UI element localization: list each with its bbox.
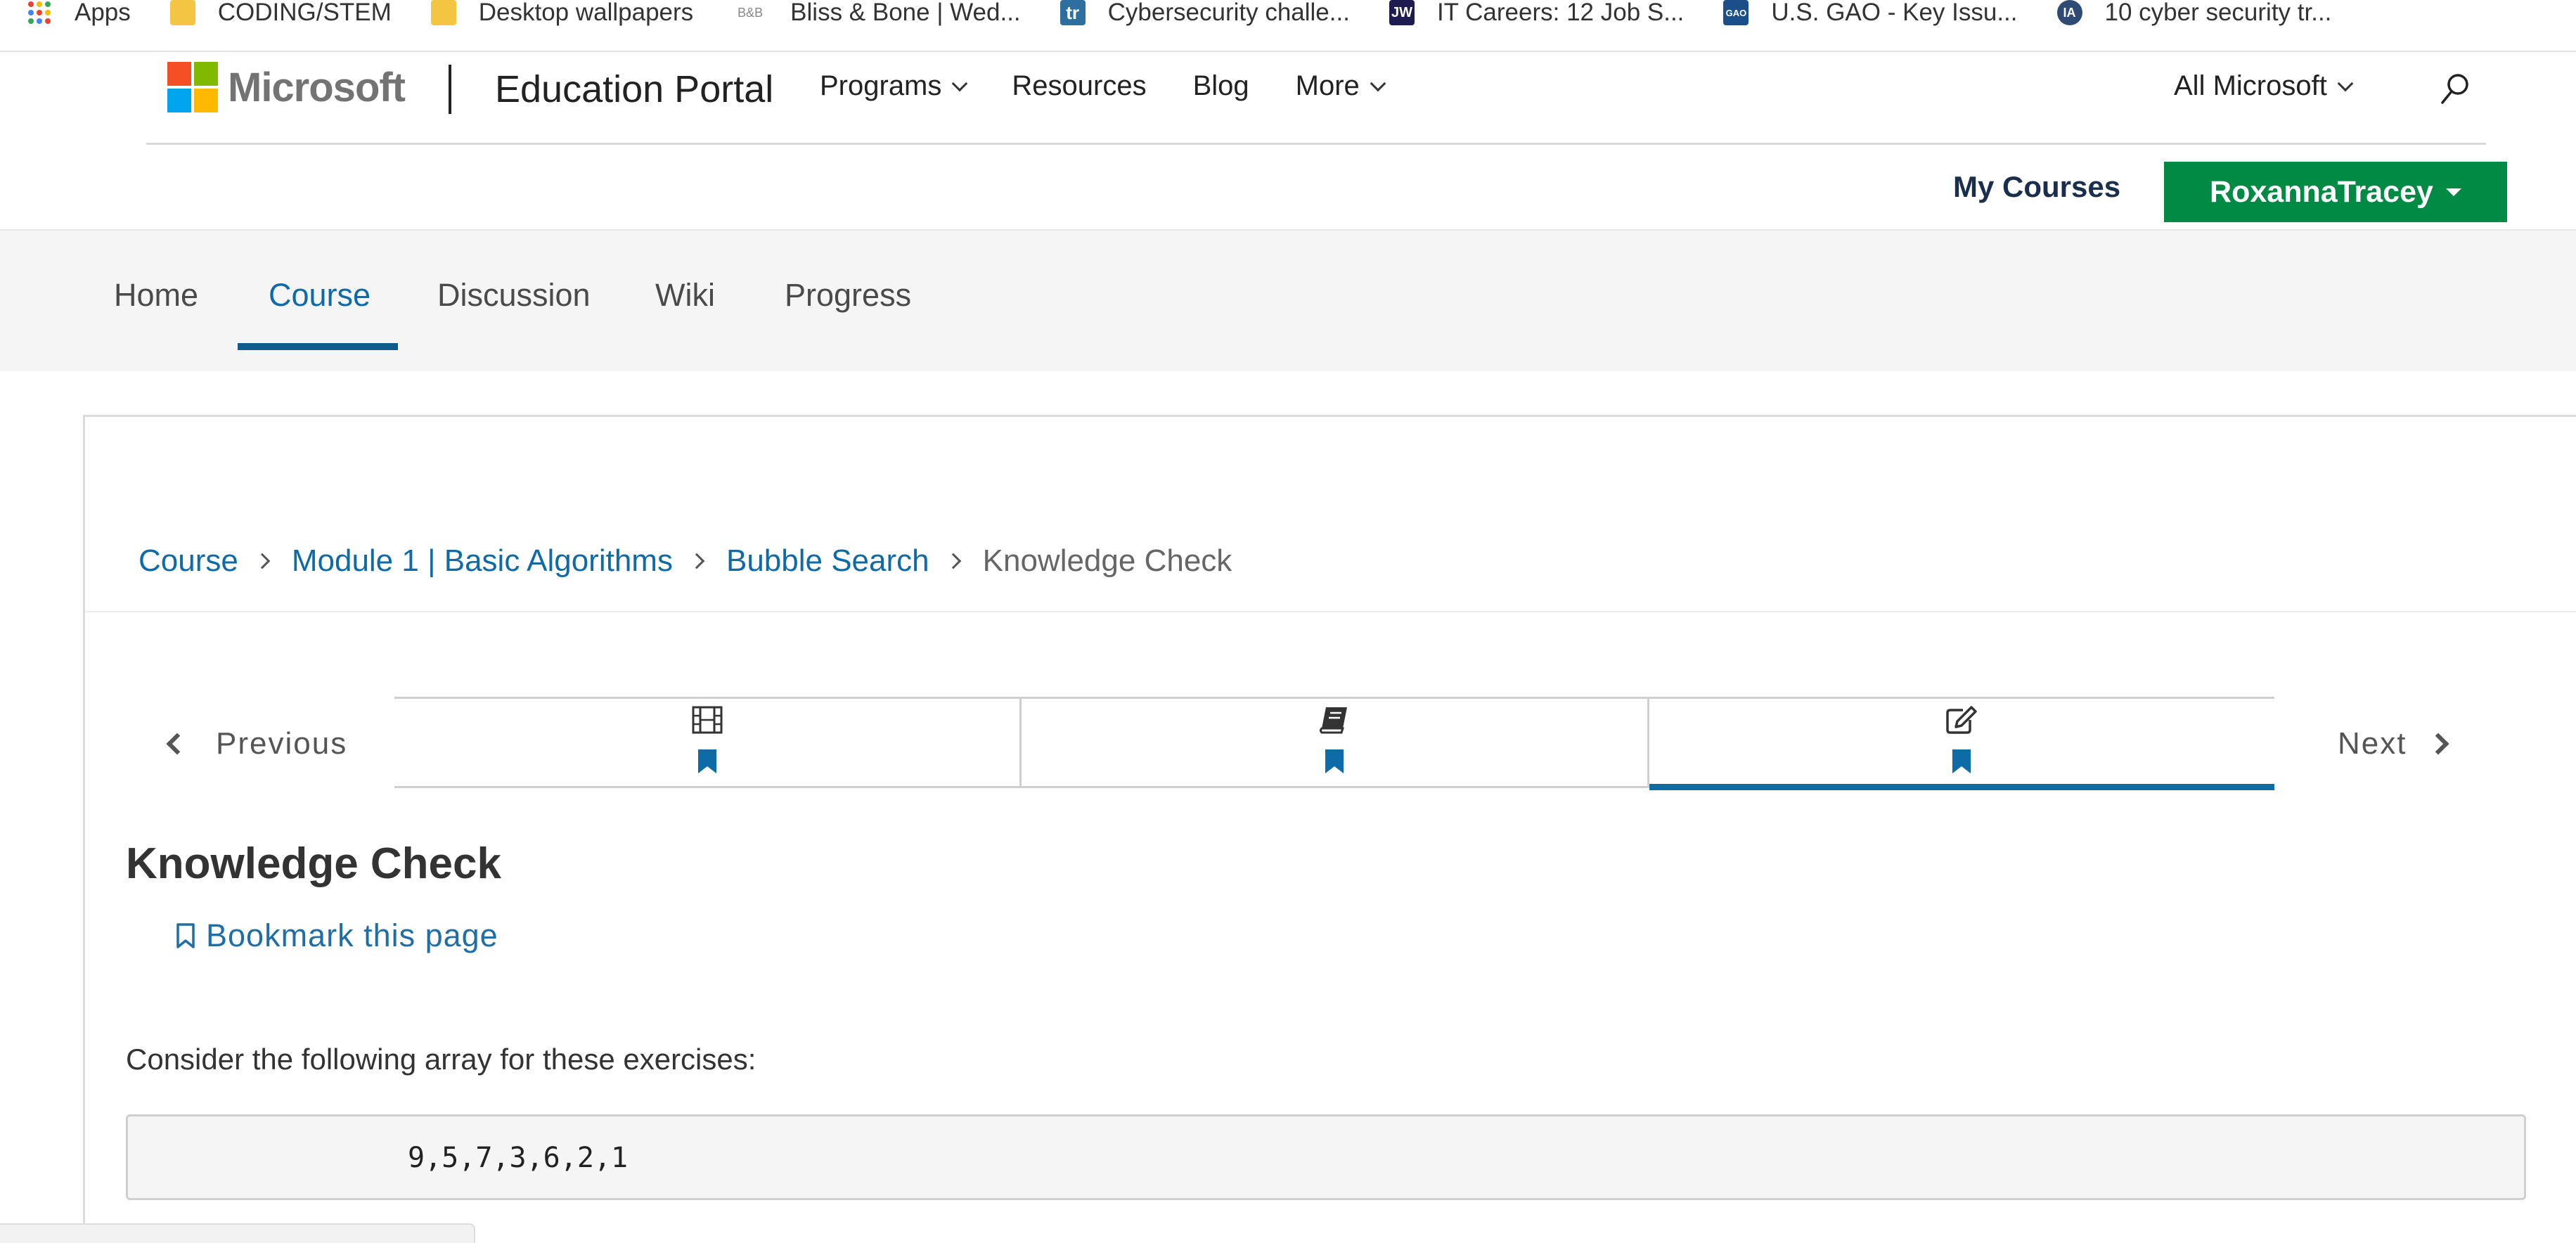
breadcrumb-divider: [85, 611, 2576, 612]
breadcrumb-section[interactable]: Bubble Search: [726, 543, 929, 579]
previous-label: Previous: [216, 726, 348, 761]
unit-sequence: [394, 697, 2275, 790]
tab-home[interactable]: Home: [114, 277, 198, 314]
bookmarks-bar: Apps CODING/STEM Desktop wallpapers B&B …: [0, 0, 2576, 52]
previous-button[interactable]: Previous: [166, 726, 348, 761]
bookmark-it-careers[interactable]: JW IT Careers: 12 Job S...: [1389, 0, 1684, 39]
exercise-intro: Consider the following array for these e…: [126, 1043, 756, 1076]
nav-programs-label: Programs: [820, 70, 942, 101]
bookmark-desktop-wallpapers[interactable]: Desktop wallpapers: [430, 0, 694, 39]
bookmark-bliss-bone[interactable]: B&B Bliss & Bone | Wed...: [733, 0, 1021, 39]
search-icon[interactable]: [2440, 72, 2471, 107]
site-header: Microsoft Education Portal Programs Reso…: [146, 52, 2486, 145]
bookmark-label: 10 cyber security tr...: [2104, 0, 2332, 26]
tab-discussion[interactable]: Discussion: [437, 277, 591, 314]
nav-resources-label: Resources: [1012, 70, 1147, 101]
bookmark-apps[interactable]: Apps: [27, 0, 131, 39]
next-button[interactable]: Next: [2338, 726, 2450, 761]
folder-icon: [430, 0, 456, 25]
user-menu-button[interactable]: RoxannaTracey: [2164, 162, 2507, 222]
header-nav: Programs Resources Blog More: [820, 70, 1430, 102]
breadcrumb: Course Module 1 | Basic Algorithms Bubbl…: [139, 543, 1232, 579]
bookmark-cyber-trends[interactable]: IA 10 cyber security tr...: [2056, 0, 2332, 39]
apps-grid-icon: [27, 0, 52, 25]
sequence-unit-problem[interactable]: [1649, 699, 2275, 790]
bookmark-label: Desktop wallpapers: [478, 0, 694, 26]
bookmark-label: Bliss & Bone | Wed...: [790, 0, 1021, 26]
nav-blog[interactable]: Blog: [1193, 70, 1249, 102]
bookmark-filled-icon: [1952, 749, 1971, 773]
microsoft-logo[interactable]: Microsoft: [167, 62, 406, 112]
portal-title[interactable]: Education Portal: [495, 67, 773, 111]
sequence-unit-video[interactable]: [394, 699, 1022, 786]
course-tabs: Home Course Discussion Wiki Progress: [0, 229, 2576, 371]
microsoft-wordmark: Microsoft: [228, 64, 406, 110]
folder-icon: [169, 0, 195, 25]
bookmark-gao[interactable]: GAO U.S. GAO - Key Issu...: [1723, 0, 2018, 39]
bookmark-label: Apps: [75, 0, 131, 26]
breadcrumb-module[interactable]: Module 1 | Basic Algorithms: [292, 543, 673, 579]
tab-progress[interactable]: Progress: [785, 277, 911, 314]
all-microsoft-label: All Microsoft: [2174, 70, 2327, 101]
sequence-unit-reading[interactable]: [1022, 699, 1649, 786]
chevron-right-icon: [2427, 733, 2450, 755]
nav-blog-label: Blog: [1192, 70, 1249, 101]
chevron-left-icon: [166, 733, 188, 755]
course-content: Course Module 1 | Basic Algorithms Bubbl…: [83, 415, 2576, 1243]
bliss-bone-icon: B&B: [738, 5, 764, 20]
bookmark-page-label: Bookmark this page: [206, 917, 498, 953]
tab-course[interactable]: Course: [269, 277, 371, 314]
active-tab-indicator: [238, 343, 398, 350]
breadcrumb-course[interactable]: Course: [139, 543, 238, 579]
nav-resources[interactable]: Resources: [1012, 70, 1146, 102]
gao-icon: GAO: [1723, 0, 1749, 25]
caret-down-icon: [2445, 188, 2461, 196]
tab-wiki[interactable]: Wiki: [655, 277, 715, 314]
chevron-down-icon: [952, 75, 968, 91]
bookmark-coding-stem[interactable]: CODING/STEM: [169, 0, 392, 39]
chevron-right-icon: [688, 553, 705, 569]
bookmark-cybersecurity[interactable]: tr Cybersecurity challe...: [1060, 0, 1350, 39]
status-bar-url: [0, 1223, 475, 1243]
ia-icon: IA: [2056, 0, 2082, 25]
code-block: 9,5,7,3,6,2,1: [126, 1114, 2526, 1200]
chevron-down-icon: [2337, 75, 2354, 91]
edit-icon: [1946, 706, 1978, 734]
breadcrumb-current: Knowledge Check: [982, 543, 1232, 578]
microsoft-logo-icon: [167, 62, 218, 112]
nav-more[interactable]: More: [1295, 70, 1386, 102]
bookmark-filled-icon: [1325, 749, 1344, 773]
bookmark-label: IT Careers: 12 Job S...: [1436, 0, 1685, 26]
bookmark-label: Cybersecurity challe...: [1107, 0, 1350, 26]
bookmark-filled-icon: [697, 749, 716, 773]
nav-more-label: More: [1295, 70, 1360, 101]
book-icon: [1319, 707, 1347, 734]
next-label: Next: [2338, 726, 2407, 761]
chevron-down-icon: [1370, 75, 1386, 91]
chevron-right-icon: [254, 553, 271, 569]
bookmark-label: U.S. GAO - Key Issu...: [1771, 0, 2018, 26]
bookmark-outline-icon: [176, 923, 195, 948]
username-label: RoxannaTracey: [2210, 174, 2433, 209]
header-divider: [449, 65, 451, 114]
nav-programs[interactable]: Programs: [820, 70, 968, 102]
jw-icon: JW: [1389, 0, 1415, 25]
tr-icon: tr: [1060, 0, 1086, 25]
unit-title: Knowledge Check: [126, 839, 501, 888]
video-icon: [692, 706, 723, 734]
chevron-right-icon: [945, 553, 961, 569]
bookmark-label: CODING/STEM: [217, 0, 392, 26]
all-microsoft-menu[interactable]: All Microsoft: [2174, 70, 2354, 102]
bookmark-page-button[interactable]: Bookmark this page: [175, 917, 498, 954]
code-array: 9,5,7,3,6,2,1: [408, 1142, 629, 1174]
my-courses-link[interactable]: My Courses: [1953, 170, 2120, 204]
